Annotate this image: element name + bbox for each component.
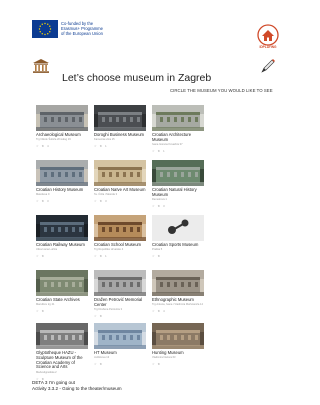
museum-card[interactable]: Croatian Natural History Museum Demetrov… [152,160,204,208]
museum-photo [152,215,204,241]
museum-address: Trg Antuna, Ivana i Vladimira Mažuranića… [152,303,203,307]
museum-card[interactable]: Croatian State Archives Marulićev trg 21… [36,270,88,313]
museum-card[interactable]: Glyptotheque HAZU - Sculpture Museum of … [36,323,88,381]
museum-address: Jurišićeva 13 [94,356,110,360]
museum-address: Ulica Ivana Lučića [36,248,58,252]
museum-name: Croatian Natural History Museum [152,187,197,197]
museum-rating: ☆ ★ 4 [152,309,166,314]
museum-address: Kamenita ulica 15 [94,138,115,142]
museum-address: Matoševa 9 [36,193,50,197]
museum-rating: ☆ ★ 1 [94,254,108,259]
museum-address: Demetrova 1 [152,198,167,202]
museum-address: Ivana Gorana Kovačića 37 [152,143,183,147]
museum-rating: ☆ ★ 3 [94,199,108,204]
museum-photo [94,160,146,186]
museum-card[interactable]: HT Museum Jurišićeva 13 ☆ ★ [94,323,146,366]
museum-photo [152,105,204,131]
museum-rating: ☆ ★ 1 [152,149,166,154]
museum-address: Trg Dražena Petrovića 3 [94,308,123,312]
museum-rating: ☆ ★ [152,254,162,259]
eu-flag-icon [32,20,58,38]
page-title: Let’s choose museum in Zagreb [62,72,212,84]
museum-card[interactable]: Croatian History Museum Matoševa 9 ☆ ★ 3 [36,160,88,203]
museum-rating: ☆ ★ 3 [152,204,166,209]
museum-address: Sv. Ćirila i Metoda 3 [94,193,118,197]
museum-address: Medvedgradska 2 [36,370,57,374]
eu-line-3: of the European Union [61,31,103,36]
museum-card[interactable]: Croatian Naïve Art Museum Sv. Ćirila i M… [94,160,146,203]
museum-name: Glyptotheque HAZU - Sculpture Museum of … [36,350,83,370]
document-page: Co-funded by the Erasmus+ Programme of t… [22,12,279,397]
museum-address: Vladimira Nazora 63 [152,356,176,360]
pen-icon [260,58,276,74]
logo-label: IDPLAYING [259,45,277,49]
museum-rating: ☆ ★ [94,314,104,319]
museum-photo [152,323,204,349]
museum-address: Trg Nikole Šubića Zrinskog 19 [36,138,71,142]
museum-card[interactable]: Ethnographic Museum Trg Antuna, Ivana i … [152,270,204,313]
museum-rating: ☆ ★ 4 [36,144,50,149]
museum-photo [94,323,146,349]
museum-rating: ☆ ★ 1 [94,144,108,149]
museum-rating: ☆ ★ 3 [36,199,50,204]
footer-line-2: Activity 3.3.2 - Going to the theater/mu… [32,386,122,391]
museum-photo [36,160,88,186]
eu-funding-text: Co-funded by the Erasmus+ Programme of t… [61,21,121,36]
museum-address: Marulićev trg 21 [36,303,55,307]
museum-card[interactable]: Croatian Architecture Museum Ivana Goran… [152,105,204,153]
museum-name: Croatian Architecture Museum [152,132,192,142]
museum-card[interactable]: Hunting Museum Vladimira Nazora 63 ☆ ★ [152,323,204,366]
museum-card[interactable]: Croatian Railway Museum Ulica Ivana Luči… [36,215,88,258]
museum-card[interactable]: Dražen Petrović Memorial Center Trg Draž… [94,270,146,318]
museum-photo [152,270,204,296]
museum-address: Trg Republike Hrvatske 4 [94,248,124,252]
museum-card[interactable]: Croatian School Museum Trg Republike Hrv… [94,215,146,258]
museum-rating: ☆ ★ [36,254,46,259]
museum-card[interactable]: Doroghi Business Museum Kamenita ulica 1… [94,105,146,148]
museum-photo [36,323,88,349]
museum-name: Dražen Petrović Memorial Center [94,297,143,307]
museum-address: Praška 5 [152,248,163,252]
museum-rating: ☆ ★ [36,309,46,314]
museum-photo [36,105,88,131]
museum-photo [36,270,88,296]
museum-photo [94,270,146,296]
museum-card[interactable]: Croatian Sports Museum Praška 5 ☆ ★ [152,215,204,258]
museum-photo [36,215,88,241]
museum-rating: ☆ ★ [152,362,162,367]
museum-photo [152,160,204,186]
museum-rating: ☆ ★ [94,362,104,367]
museum-building-icon [32,58,50,74]
instruction-text: CIRCLE THE MUSEUM YOU WOULD LIKE TO SEE [170,88,273,93]
museum-photo [94,105,146,131]
museum-photo [94,215,146,241]
museum-card[interactable]: Archaeological Museum Trg Nikole Šubića … [36,105,88,148]
footer: DETA 3 I'm going out Activity 3.3.2 - Go… [32,380,122,392]
